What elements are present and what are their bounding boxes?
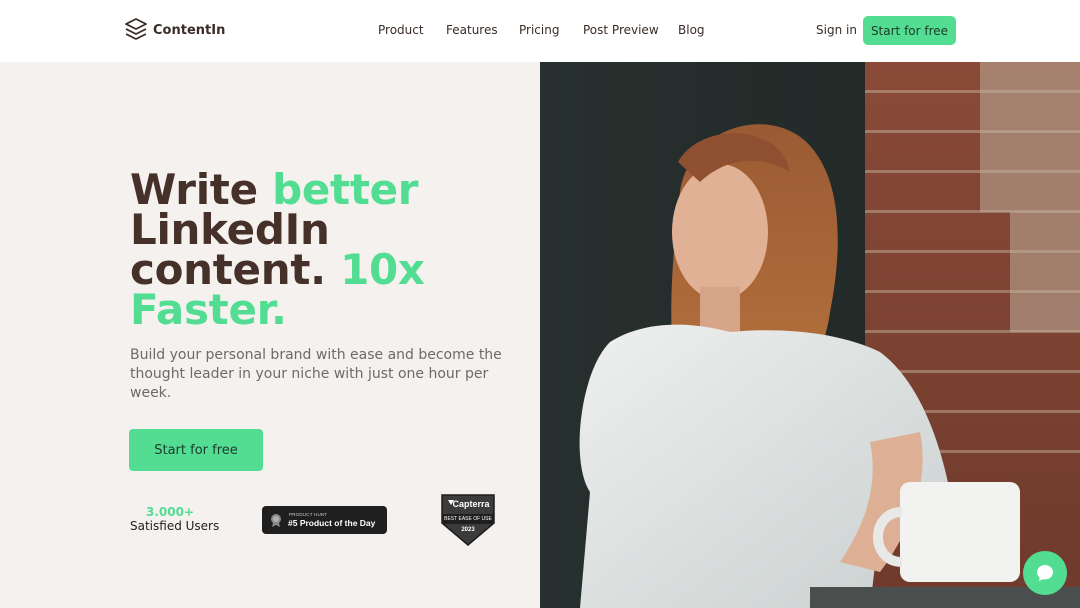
headline-highlight: 10x <box>340 245 425 294</box>
product-hunt-rank: #5 Product of the Day <box>288 518 376 528</box>
nav-item-pricing[interactable]: Pricing <box>519 23 559 37</box>
logo[interactable]: ContentIn <box>124 17 225 43</box>
logo-text: ContentIn <box>153 22 226 38</box>
nav-item-product[interactable]: Product <box>378 23 424 37</box>
medal-icon <box>271 514 281 527</box>
capterra-badge[interactable]: Capterra BEST EASE OF USE 2023 <box>440 493 496 546</box>
users-count: 3.000+ <box>145 505 194 519</box>
chat-bubble-icon <box>1037 565 1053 581</box>
nav-item-blog[interactable]: Blog <box>678 23 705 37</box>
nav-item-features[interactable]: Features <box>446 23 498 37</box>
product-hunt-label: PRODUCT HUNT <box>289 512 328 517</box>
cube-logo-icon <box>125 18 147 40</box>
hero-photo <box>540 62 1080 608</box>
chat-button[interactable] <box>1023 551 1067 595</box>
sign-in-link[interactable]: Sign in <box>816 23 857 37</box>
headline-highlight: Faster. <box>130 285 287 334</box>
woman-at-laptop-photo <box>540 62 1080 608</box>
product-hunt-badge[interactable]: PRODUCT HUNT #5 Product of the Day <box>262 506 387 534</box>
users-label: Satisfied Users <box>130 519 220 533</box>
hero-headline: Write better LinkedIn content. 10x Faste… <box>130 169 530 331</box>
site-header: ContentIn Product Features Pricing Post … <box>0 0 1080 62</box>
capterra-award: BEST EASE OF USE <box>444 516 492 522</box>
hero-subtext: Build your personal brand with ease and … <box>130 347 502 401</box>
hero-start-free-button[interactable]: Start for free <box>129 429 263 471</box>
capterra-year: 2023 <box>461 527 475 533</box>
capterra-name: Capterra <box>452 499 490 509</box>
nav-item-post-preview[interactable]: Post Preview <box>583 23 659 37</box>
header-start-free-button[interactable]: Start for free <box>863 16 956 45</box>
